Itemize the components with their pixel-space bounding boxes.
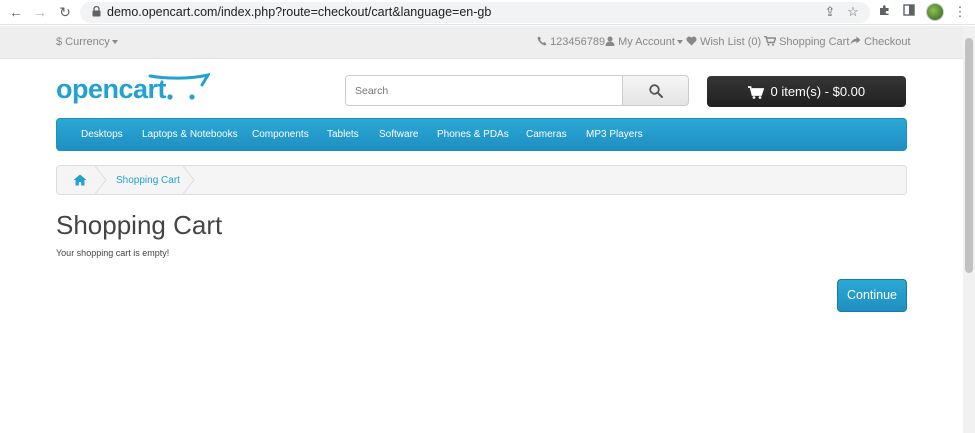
breadcrumb: Shopping Cart (56, 165, 907, 195)
forward-arrow-icon[interactable]: → (32, 4, 48, 20)
breadcrumb-separator (95, 166, 107, 194)
phone-number: 123456789 (550, 36, 606, 48)
menu-item-software[interactable]: Software (379, 129, 418, 140)
reload-icon[interactable]: ↻ (57, 4, 73, 20)
profile-avatar[interactable] (926, 3, 944, 21)
logo-cart-icon (148, 73, 210, 100)
breadcrumb-separator (183, 166, 195, 194)
menu-item-desktops[interactable]: Desktops (81, 129, 123, 140)
bookmark-star-icon[interactable]: ☆ (845, 4, 861, 20)
search-input[interactable] (345, 75, 623, 106)
breadcrumb-item-shopping-cart[interactable]: Shopping Cart (116, 175, 180, 186)
menu-item-mp3-players[interactable]: MP3 Players (586, 129, 643, 140)
extensions-puzzle-icon[interactable] (877, 4, 893, 20)
main-menu: Desktops Laptops & Notebooks Components … (56, 118, 907, 151)
chevron-down-icon (111, 40, 118, 45)
cart-summary-label: 0 item(s) - $0.00 (770, 84, 866, 99)
my-account-dropdown[interactable]: My Account (605, 36, 683, 48)
cart-summary-button[interactable]: 0 item(s) - $0.00 (707, 76, 906, 107)
search-icon (649, 84, 663, 98)
search-button[interactable] (622, 75, 689, 106)
cart-icon (764, 35, 777, 46)
chevron-down-icon (676, 40, 683, 45)
back-arrow-icon[interactable]: ← (8, 4, 24, 20)
shopping-cart-label: Shopping Cart (779, 36, 850, 48)
my-account-label: My Account (618, 36, 675, 48)
browser-toolbar: ← → ↻ demo.opencart.com/index.php?route=… (0, 0, 975, 25)
continue-button[interactable]: Continue (837, 279, 907, 312)
wish-list-label: Wish List (0) (700, 36, 762, 48)
currency-label: $ Currency (56, 36, 110, 48)
search-group (345, 75, 689, 106)
web-page: $ Currency 123456789 My Account Wish Lis… (0, 26, 963, 433)
top-bar: $ Currency 123456789 My Account Wish Lis… (0, 26, 963, 59)
empty-cart-message: Your shopping cart is empty! (56, 248, 170, 258)
menu-item-laptops-notebooks[interactable]: Laptops & Notebooks (142, 129, 238, 140)
lock-icon (92, 6, 101, 17)
home-icon[interactable] (73, 174, 87, 186)
checkout-link[interactable]: Checkout (850, 36, 911, 48)
phone-icon (537, 36, 547, 46)
user-icon (605, 36, 615, 46)
shopping-cart-link[interactable]: Shopping Cart (764, 35, 850, 48)
page-title: Shopping Cart (56, 210, 223, 240)
url-text: demo.opencart.com/index.php?route=checko… (107, 5, 492, 19)
menu-item-tablets[interactable]: Tablets (327, 129, 359, 140)
heart-icon (686, 36, 697, 46)
cart-icon (747, 86, 764, 99)
share-icon[interactable]: ⇪ (822, 4, 838, 20)
wish-list-link[interactable]: Wish List (0) (686, 36, 761, 48)
address-bar[interactable]: demo.opencart.com/index.php?route=checko… (80, 2, 870, 23)
page-scrollbar[interactable] (963, 26, 975, 433)
currency-dropdown[interactable]: $ Currency (56, 36, 118, 48)
menu-item-cameras[interactable]: Cameras (526, 129, 567, 140)
share-arrow-icon (850, 36, 861, 45)
menu-item-components[interactable]: Components (252, 129, 309, 140)
kebab-menu-icon[interactable]: ⋮ (952, 4, 968, 20)
phone-link[interactable]: 123456789 (537, 36, 605, 48)
side-panel-icon[interactable] (901, 4, 917, 20)
scrollbar-thumb[interactable] (965, 38, 973, 273)
menu-item-phones-pdas[interactable]: Phones & PDAs (437, 129, 509, 140)
checkout-label: Checkout (864, 36, 911, 48)
